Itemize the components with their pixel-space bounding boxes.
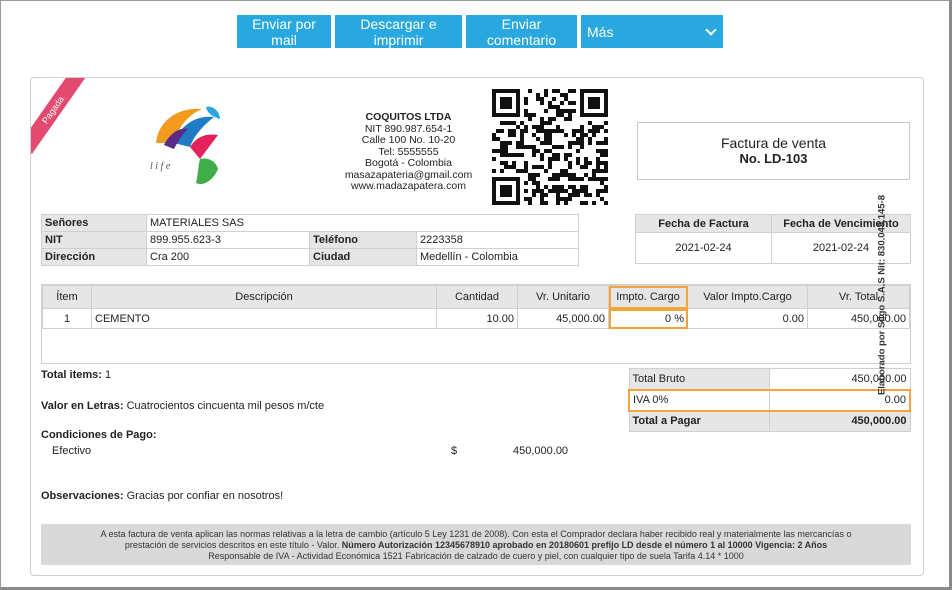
footer-line-2a: prestación de servicios descritos en est… — [124, 540, 340, 550]
payment-conditions-label: Condiciones de Pago: — [41, 429, 157, 441]
invoice-document: Pagada l i f e COQUITOS LTDA NIT 890.987… — [30, 77, 924, 576]
telefono-label: Teléfono — [309, 231, 417, 249]
company-info: COQUITOS LTDA NIT 890.987.654-1 Calle 10… — [321, 111, 496, 193]
toolbar: Enviar por mail Descargar e imprimir Env… — [237, 15, 723, 48]
paid-ribbon: Pagada — [31, 78, 88, 154]
total-items: Total items: 1 — [41, 369, 111, 381]
iva-label: IVA 0% — [628, 388, 770, 412]
items-table: Ítem Descripción Cantidad Vr. Unitario I… — [42, 285, 910, 329]
company-logo: l i f e — [150, 106, 220, 185]
payment-conditions: Condiciones de Pago: — [41, 429, 157, 441]
more-dropdown-label: Más — [587, 23, 614, 40]
company-name: COQUITOS LTDA — [365, 111, 452, 123]
gross-total-label: Total Bruto — [628, 368, 770, 390]
client-info-table: Señores MATERIALES SAS NIT 899.955.623-3… — [41, 214, 579, 266]
total-items-label: Total items: — [41, 369, 102, 381]
vertical-credit-text: Elaborado por Siigo S.A.S Nit: 830.048.1… — [876, 194, 888, 396]
col-total-header: Vr. Total — [807, 285, 910, 309]
ciudad-label: Ciudad — [309, 248, 417, 266]
invoice-date-value: 2021-02-24 — [635, 232, 772, 264]
col-item-header: Ítem — [42, 285, 92, 309]
company-address: Calle 100 No. 10-20 — [361, 134, 456, 146]
footer-line-3: Responsable de IVA - Actividad Económica… — [208, 551, 744, 561]
footer-line-1: A esta factura de venta aplican las norm… — [100, 529, 852, 539]
totals-table: Total Bruto 450,000.00 IVA 0% 0.00 Total… — [628, 368, 911, 432]
item-description: CEMENTO — [91, 308, 437, 329]
amount-in-words-value: Cuatrocientos cincuenta mil pesos m/cte — [126, 400, 325, 412]
nit-label: NIT — [41, 231, 147, 249]
observations-label: Observaciones: — [41, 490, 124, 502]
download-print-button[interactable]: Descargar e imprimir — [335, 15, 462, 48]
observations: Observaciones: Gracias por confiar en no… — [41, 490, 283, 502]
company-website: www.madazapatera.com — [351, 180, 466, 192]
dates-table: Fecha de Factura Fecha de Vencimiento 20… — [635, 214, 911, 264]
senores-value: MATERIALES SAS — [146, 214, 579, 232]
more-dropdown[interactable]: Más — [581, 15, 723, 48]
col-description-header: Descripción — [91, 285, 437, 309]
legal-footer: A esta factura de venta aplican las norm… — [41, 524, 911, 565]
col-quantity-header: Cantidad — [436, 285, 518, 309]
col-tax-header: Impto. Cargo — [608, 285, 688, 309]
footer-line-2: prestación de servicios descritos en est… — [41, 540, 911, 551]
col-tax-value-header: Valor Impto.Cargo — [687, 285, 808, 309]
telefono-value: 2223358 — [416, 231, 579, 249]
chevron-down-icon — [705, 23, 717, 36]
qr-code — [492, 89, 608, 205]
item-quantity: 10.00 — [436, 308, 518, 329]
ciudad-value: Medellín - Colombia — [416, 248, 579, 266]
document-title-box: Factura de venta No. LD-103 — [637, 122, 910, 180]
amount-in-words: Valor en Letras: Cuatrocientos cincuenta… — [41, 400, 324, 412]
table-row: 1 CEMENTO 10.00 45,000.00 0 % 0.00 450,0… — [42, 308, 910, 329]
items-table-container: Ítem Descripción Cantidad Vr. Unitario I… — [41, 284, 911, 364]
total-items-value: 1 — [104, 369, 112, 381]
senores-label: Señores — [41, 214, 147, 232]
item-tax-value: 0.00 — [687, 308, 808, 329]
document-title: Factura de venta — [720, 135, 827, 151]
send-email-button[interactable]: Enviar por mail — [237, 15, 331, 48]
item-unit-price: 45,000.00 — [517, 308, 609, 329]
observations-value: Gracias por confiar en nosotros! — [126, 490, 284, 502]
vertical-credit: Elaborado por Siigo S.A.S Nit: 830.048.1… — [872, 150, 892, 440]
payment-currency: $ — [451, 445, 458, 457]
send-comment-button[interactable]: Enviar comentario — [466, 15, 577, 48]
footer-line-2b: Número Autorización 12345678910 aprobado… — [341, 540, 828, 550]
logo-text: l i f e — [150, 161, 171, 172]
direccion-value: Cra 200 — [146, 248, 310, 266]
direccion-label: Dirección — [41, 248, 147, 266]
item-tax: 0 % — [608, 308, 688, 329]
payment-amount: 450,000.00 — [513, 445, 569, 457]
nit-value: 899.955.623-3 — [146, 231, 310, 249]
total-to-pay-label: Total a Pagar — [628, 410, 770, 432]
invoice-date-header: Fecha de Factura — [635, 214, 772, 233]
col-unit-price-header: Vr. Unitario — [517, 285, 609, 309]
document-number: No. LD-103 — [739, 151, 808, 166]
item-number: 1 — [42, 308, 92, 329]
company-city: Bogotá - Colombia — [365, 157, 452, 169]
amount-in-words-label: Valor en Letras: — [41, 400, 124, 412]
item-total: 450,000.00 — [807, 308, 910, 329]
payment-method: Efectivo — [52, 445, 92, 457]
